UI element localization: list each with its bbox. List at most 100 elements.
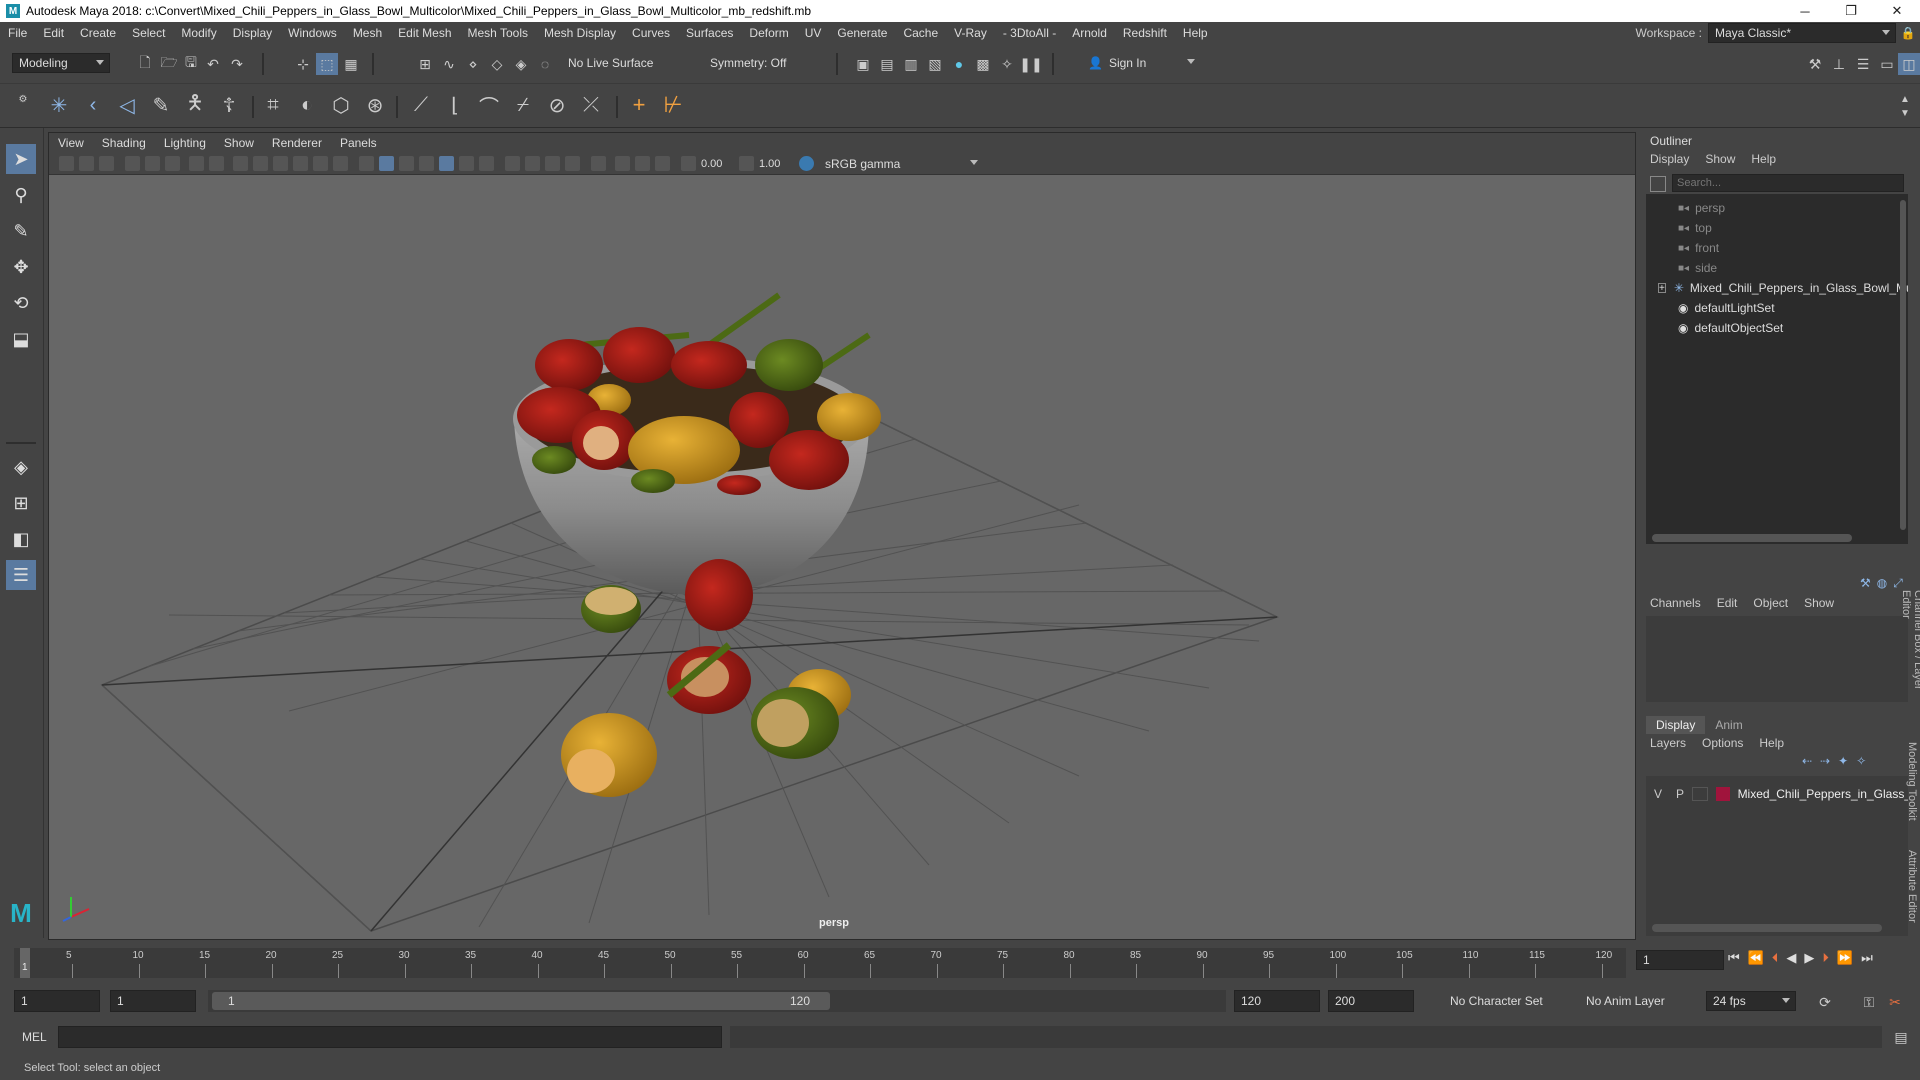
menu-edit[interactable]: Edit: [35, 26, 72, 40]
workspace-dropdown[interactable]: Maya Classic*: [1708, 23, 1896, 43]
multi-cut-icon[interactable]: ⌿: [512, 94, 534, 116]
render-setup-icon[interactable]: ▩: [972, 53, 994, 75]
menu-windows[interactable]: Windows: [280, 26, 345, 40]
single-perspective-view-icon[interactable]: ◈: [6, 452, 36, 482]
anim-layer-dropdown[interactable]: No Anim Layer: [1580, 991, 1690, 1011]
shelf-scroll-down-icon[interactable]: ▼: [1894, 102, 1916, 124]
menu-curves[interactable]: Curves: [624, 26, 678, 40]
render-frame-icon[interactable]: ▣: [852, 53, 874, 75]
light-editor-icon[interactable]: ✧: [996, 53, 1018, 75]
outliner-menu-help[interactable]: Help: [1751, 152, 1776, 166]
render-view-icon[interactable]: ▤: [876, 53, 898, 75]
loop-icon[interactable]: ⟳: [1814, 991, 1836, 1013]
gamma-field[interactable]: 1.00: [759, 155, 795, 172]
snap-view-icon[interactable]: ◇: [486, 53, 508, 75]
menu-vray[interactable]: V-Ray: [946, 26, 995, 40]
lock-camera-icon[interactable]: [79, 156, 94, 171]
gamma-icon[interactable]: [739, 156, 754, 171]
lock-icon[interactable]: 🔒: [1896, 26, 1920, 40]
outliner-menu-display[interactable]: Display: [1650, 152, 1689, 166]
layer-tab-anim[interactable]: Anim: [1705, 716, 1752, 734]
four-view-layout-icon[interactable]: ⊞: [6, 488, 36, 518]
fps-dropdown[interactable]: 24 fps: [1706, 991, 1796, 1011]
new-empty-layer-icon[interactable]: ✦: [1838, 754, 1848, 768]
animation-end-field[interactable]: 200: [1328, 990, 1414, 1012]
animation-preferences-icon[interactable]: ✂: [1884, 991, 1906, 1013]
undo-icon[interactable]: ↶: [202, 53, 224, 75]
playback-end-field[interactable]: 120: [1234, 990, 1320, 1012]
toggle-layer-editor-icon[interactable]: ◫: [1898, 53, 1920, 75]
outliner-layout-icon[interactable]: ☰: [6, 560, 36, 590]
toggle-tool-settings-icon[interactable]: ☰: [1852, 53, 1874, 75]
toggle-modeling-toolkit-icon[interactable]: ⚒: [1804, 53, 1826, 75]
channel-box-menu-edit[interactable]: Edit: [1717, 596, 1738, 610]
quad-draw-icon[interactable]: ⌗: [262, 94, 284, 116]
redo-icon[interactable]: ↷: [226, 53, 248, 75]
menu-mesh-display[interactable]: Mesh Display: [536, 26, 624, 40]
target-weld-icon[interactable]: ⊘: [546, 94, 568, 117]
outliner-item-side[interactable]: ■◂ side: [1646, 258, 1908, 278]
cv-curve-tool-icon[interactable]: ✳: [48, 94, 70, 117]
channel-box-pin-icon[interactable]: ⤢: [1893, 576, 1903, 591]
layer-display-type-toggle[interactable]: [1692, 787, 1708, 801]
menu-mesh[interactable]: Mesh: [345, 26, 390, 40]
isolate-select-icon[interactable]: [591, 156, 606, 171]
time-slider[interactable]: 1 5 10 15 20 25 30 35 40 45 50 55 60 65 70 75 80 85 90 95 1…: [0, 944, 1920, 984]
exposure-field[interactable]: 0.00: [701, 155, 737, 172]
sign-in-button[interactable]: 👤 Sign In: [1082, 53, 1200, 73]
film-gate-icon[interactable]: [233, 156, 248, 171]
exposure-icon[interactable]: [681, 156, 696, 171]
save-scene-icon[interactable]: 🖫: [180, 53, 202, 75]
connect-icon[interactable]: ⤫: [580, 94, 602, 116]
menu-deform[interactable]: Deform: [741, 26, 796, 40]
outliner-item-top[interactable]: ■◂ top: [1646, 218, 1908, 238]
viewport-menu-shading[interactable]: Shading: [93, 136, 155, 150]
minimize-button[interactable]: ─: [1782, 0, 1828, 22]
open-scene-icon[interactable]: 🗁: [158, 53, 180, 75]
wireframe-icon[interactable]: [359, 156, 374, 171]
shadows-icon[interactable]: [479, 156, 494, 171]
menu-uv[interactable]: UV: [797, 26, 830, 40]
channel-box-layer-icon[interactable]: ◍: [1877, 576, 1887, 591]
symmetry-field[interactable]: Symmetry: Off: [704, 53, 808, 73]
field-chart-icon[interactable]: [293, 156, 308, 171]
step-forward-frame-icon[interactable]: ⏵: [1822, 950, 1829, 966]
layer-name[interactable]: Mixed_Chili_Peppers_in_Glass_: [1738, 787, 1908, 801]
xray-components-icon[interactable]: [655, 156, 670, 171]
range-slider[interactable]: 1 120: [208, 990, 1226, 1012]
pause-icon[interactable]: ❚❚: [1019, 53, 1042, 75]
viewport-menu-panels[interactable]: Panels: [331, 136, 386, 150]
default-material-icon[interactable]: [399, 156, 414, 171]
maximize-button[interactable]: ❐: [1828, 0, 1874, 22]
layer-row[interactable]: V P Mixed_Chili_Peppers_in_Glass_: [1646, 784, 1908, 804]
character-set-dropdown[interactable]: No Character Set: [1444, 991, 1568, 1011]
toggle-channel-box-icon[interactable]: ▭: [1876, 53, 1898, 75]
menu-file[interactable]: File: [0, 26, 35, 40]
menu-redshift[interactable]: Redshift: [1115, 26, 1175, 40]
menu-surfaces[interactable]: Surfaces: [678, 26, 741, 40]
outliner-menu-show[interactable]: Show: [1705, 152, 1735, 166]
toggle-attribute-editor-icon[interactable]: ⊥: [1828, 53, 1850, 75]
mel-command-input[interactable]: [58, 1026, 722, 1048]
shelf-menu-icon[interactable]: ⚙: [12, 88, 34, 110]
current-frame-field[interactable]: 1: [1636, 950, 1724, 970]
layer-playback-toggle[interactable]: P: [1676, 787, 1684, 801]
snap-point-icon[interactable]: ⋄: [462, 53, 484, 75]
hypershade-icon[interactable]: ●: [948, 53, 970, 75]
range-slider-handle[interactable]: 1 120: [212, 992, 830, 1010]
paint-select-tool-icon[interactable]: ✎: [6, 216, 36, 246]
step-back-frame-icon[interactable]: ⏴: [1772, 950, 1779, 966]
extrude-icon[interactable]: ⌊: [444, 94, 466, 117]
layer-tab-display[interactable]: Display: [1646, 716, 1706, 734]
skeleton-icon[interactable]: ☦: [218, 94, 240, 117]
gate-mask-icon[interactable]: [273, 156, 288, 171]
play-forwards-icon[interactable]: ▶: [1804, 950, 1814, 966]
menu-arnold[interactable]: Arnold: [1064, 26, 1115, 40]
bezier-curve-tool-icon[interactable]: ◁: [116, 94, 138, 117]
live-surface-field[interactable]: No Live Surface: [562, 53, 666, 73]
go-to-start-icon[interactable]: ⏮: [1728, 950, 1740, 966]
ep-curve-tool-icon[interactable]: ‹: [82, 94, 104, 116]
use-all-lights-icon[interactable]: [459, 156, 474, 171]
move-tool-icon[interactable]: ✥: [6, 252, 36, 282]
motion-blur-icon[interactable]: [525, 156, 540, 171]
